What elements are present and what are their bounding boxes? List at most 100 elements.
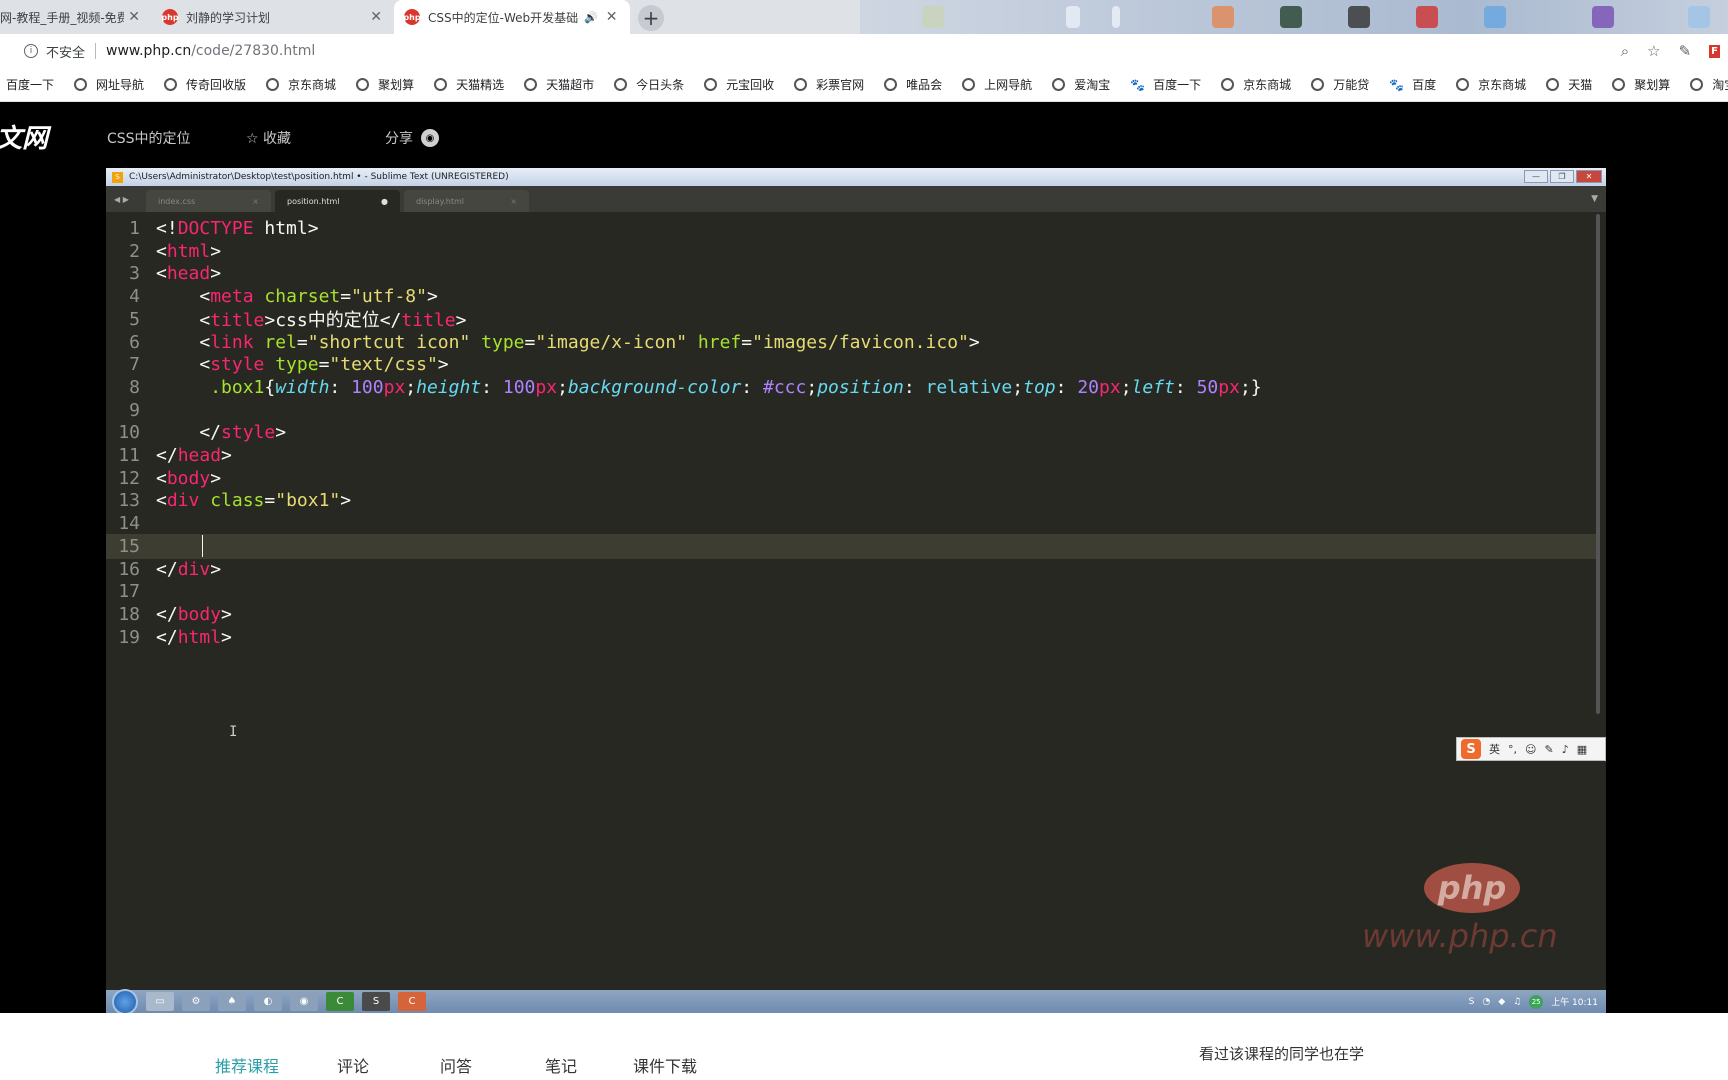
sogou-tray-icon[interactable]: S xyxy=(1469,997,1475,1007)
bookmark-item[interactable]: 今日头条 xyxy=(614,76,684,93)
code-line[interactable]: 12 <body> xyxy=(106,466,1596,491)
grid-icon[interactable]: ▦ xyxy=(1577,743,1587,756)
bookmark-item[interactable]: 爱淘宝 xyxy=(1052,76,1110,93)
star-icon[interactable]: ☆ xyxy=(1647,42,1660,60)
sogou-logo-icon[interactable]: S xyxy=(1461,739,1481,759)
bookmark-item[interactable]: 京东商城 xyxy=(1456,76,1526,93)
tool-icon[interactable]: ⚙ xyxy=(182,992,210,1011)
tab-qa[interactable]: 问答 xyxy=(440,1053,472,1077)
bookmark-item[interactable]: 天猫 xyxy=(1546,76,1592,93)
tab-notes[interactable]: 笔记 xyxy=(545,1053,577,1077)
browser-tab-2[interactable]: php 刘静的学习计划 ✕ xyxy=(161,0,390,34)
start-button[interactable] xyxy=(112,988,138,1013)
tab-recommended[interactable]: 推荐课程 xyxy=(215,1053,279,1077)
tab-label: position.html xyxy=(287,196,340,206)
volume-icon[interactable]: ♫ xyxy=(1513,997,1521,1007)
sublime-tab[interactable]: index.css × xyxy=(146,190,271,212)
tab-nav-arrows-icon[interactable]: ◀ ▶ xyxy=(106,195,146,204)
sublime-icon[interactable]: S xyxy=(362,992,390,1011)
bookmark-item[interactable]: 唯品会 xyxy=(884,76,942,93)
bookmark-item[interactable]: 天猫超市 xyxy=(524,76,594,93)
bookmark-item[interactable]: 🐾 百度一下 xyxy=(1130,76,1201,93)
code-line[interactable]: 9 xyxy=(106,398,1596,423)
breadcrumb[interactable]: CSS中的定位 xyxy=(107,128,191,148)
code-line[interactable]: 11 </head> xyxy=(106,443,1596,468)
sublime-tab[interactable]: position.html ● xyxy=(275,190,400,212)
code-line[interactable]: 2 <html> xyxy=(106,239,1596,264)
favorite-button[interactable]: ☆ 收藏 xyxy=(246,128,291,148)
bookmark-item[interactable]: 元宝回收 xyxy=(704,76,774,93)
close-icon[interactable]: × xyxy=(252,197,259,206)
mic-icon[interactable]: ♪ xyxy=(1562,743,1569,756)
bookmark-item[interactable]: 聚划算 xyxy=(1612,76,1670,93)
bookmark-item[interactable]: 网址导航 xyxy=(74,76,144,93)
emoji-icon[interactable]: ☺ xyxy=(1525,743,1536,756)
close-icon[interactable]: × xyxy=(510,197,517,206)
pen-icon[interactable]: ✎ xyxy=(1544,743,1553,756)
app-icon[interactable]: ♠ xyxy=(218,992,246,1011)
code-line[interactable]: 6 <link rel="shortcut icon" type="image/… xyxy=(106,330,1596,355)
browser-tab-3[interactable]: php CSS中的定位-Web开发基础 🔊 ✕ xyxy=(394,0,630,34)
restore-icon[interactable]: ❐ xyxy=(1550,170,1574,183)
network-icon[interactable]: ◔ xyxy=(1482,997,1490,1007)
camtasia-icon[interactable]: C xyxy=(326,992,354,1011)
editor-scrollbar[interactable] xyxy=(1596,214,1600,714)
new-tab-button[interactable]: + xyxy=(638,5,664,31)
bookmark-item[interactable]: 传奇回收版 xyxy=(164,76,246,93)
close-icon[interactable]: ✕ xyxy=(128,9,140,25)
bookmark-item[interactable]: 彩票官网 xyxy=(794,76,864,93)
close-icon[interactable]: ✕ xyxy=(606,9,618,25)
code-line[interactable]: 17 xyxy=(106,579,1596,604)
bookmark-item[interactable]: 淘宝优惠券 xyxy=(1690,76,1728,93)
bookmark-item[interactable]: 京东商城 xyxy=(266,76,336,93)
code-line[interactable]: 13 <div class="box1"> xyxy=(106,488,1596,513)
insecure-label[interactable]: 不安全 xyxy=(46,42,85,61)
ime-language[interactable]: 英 xyxy=(1489,741,1500,757)
code-line[interactable]: 7 <style type="text/css"> xyxy=(106,352,1596,377)
url-field[interactable]: www.php.cn/code/27830.html xyxy=(106,43,315,59)
zoom-icon[interactable]: ⌕ xyxy=(1621,42,1629,60)
tab-comments[interactable]: 评论 xyxy=(337,1053,369,1077)
bookmark-item[interactable]: 天猫精选 xyxy=(434,76,504,93)
code-line[interactable]: 10 </style> xyxy=(106,420,1596,445)
bookmark-item[interactable]: 万能贷 xyxy=(1311,76,1369,93)
clock[interactable]: 上午 10:11 xyxy=(1551,995,1598,1008)
tray-badge[interactable]: 25 xyxy=(1529,994,1544,1009)
code-line[interactable]: 5 <title>css中的定位</title> xyxy=(106,307,1596,332)
code-line[interactable]: 3 <head> xyxy=(106,261,1596,286)
explorer-icon[interactable]: ▭ xyxy=(146,992,174,1011)
punctuation-icon[interactable]: °, xyxy=(1508,743,1517,756)
globe-icon xyxy=(1311,78,1325,91)
info-icon[interactable]: i xyxy=(24,44,38,58)
bookmark-item[interactable]: 聚划算 xyxy=(356,76,414,93)
bookmark-item[interactable]: 🐾 百度 xyxy=(1389,76,1436,93)
app-icon[interactable]: ◐ xyxy=(254,992,282,1011)
tab-dropdown-icon[interactable]: ▼ xyxy=(1591,194,1598,204)
recorder-icon[interactable]: C xyxy=(398,992,426,1011)
bookmark-item[interactable]: 上网导航 xyxy=(962,76,1032,93)
extension-icon[interactable]: ✎ xyxy=(1679,42,1692,60)
code-line[interactable]: 1 <!DOCTYPE html> xyxy=(106,216,1596,241)
chrome-icon[interactable]: ◉ xyxy=(290,992,318,1011)
speaker-icon[interactable]: 🔊 xyxy=(584,11,598,24)
tab-downloads[interactable]: 课件下载 xyxy=(633,1053,697,1077)
close-icon[interactable]: ✕ xyxy=(1576,170,1602,183)
minimize-icon[interactable]: — xyxy=(1524,170,1548,183)
bookmark-item[interactable]: 京东商城 xyxy=(1221,76,1291,93)
share-button[interactable]: 分享 ◉ xyxy=(385,128,439,148)
code-line[interactable]: 8 .box1{width: 100px;height: 100px;backg… xyxy=(106,375,1596,400)
sublime-tab[interactable]: display.html × xyxy=(404,190,529,212)
code-line[interactable]: 16 </div> xyxy=(106,557,1596,582)
close-icon[interactable]: ✕ xyxy=(370,9,382,25)
code-line[interactable]: 14 xyxy=(106,511,1596,536)
pdf-extension-icon[interactable]: F xyxy=(1709,44,1720,58)
site-logo[interactable]: 文网 xyxy=(0,118,48,155)
shield-icon[interactable]: ◆ xyxy=(1498,997,1505,1007)
video-player[interactable]: S C:\Users\Administrator\Desktop\test\po… xyxy=(106,168,1606,1013)
bookmark-item[interactable]: 百度一下 xyxy=(6,76,54,93)
code-line[interactable]: 19 </html> xyxy=(106,625,1596,650)
browser-tab-1[interactable]: 网-教程_手册_视频-免费 ✕ xyxy=(0,0,148,34)
code-line[interactable]: 18 </body> xyxy=(106,602,1596,627)
unsaved-dot-icon[interactable]: ● xyxy=(381,197,388,206)
code-line[interactable]: 15 xyxy=(106,533,1596,559)
